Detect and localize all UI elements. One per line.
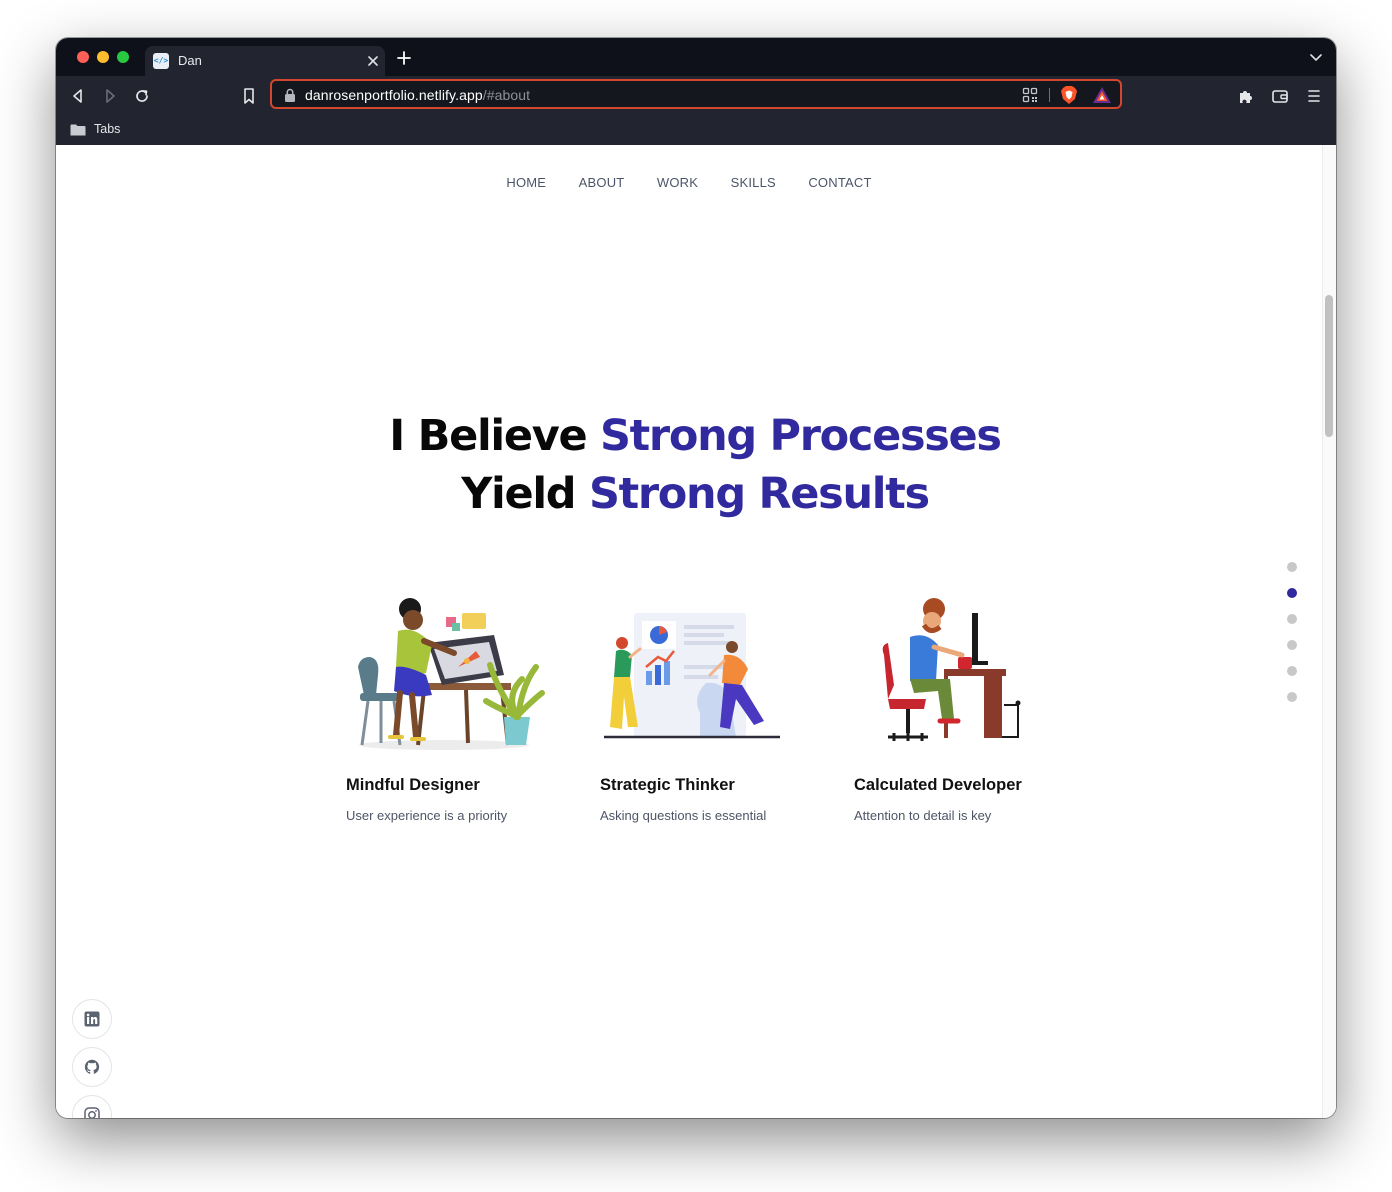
feature-card-thinker: Strategic Thinker Asking questions is es… — [600, 595, 820, 823]
window-close-button[interactable] — [77, 51, 89, 63]
brave-shield-icon[interactable] — [1060, 85, 1078, 105]
url-divider — [1049, 88, 1050, 102]
window-minimize-button[interactable] — [97, 51, 109, 63]
feature-description: Asking questions is essential — [600, 808, 767, 823]
feature-title: Mindful Designer — [346, 776, 480, 794]
address-bar[interactable]: danrosenportfolio.netlify.app/#about — [270, 79, 1122, 109]
instagram-icon — [84, 1107, 100, 1118]
section-dot[interactable] — [1287, 666, 1297, 676]
feature-title: Strategic Thinker — [600, 776, 735, 794]
scrollbar[interactable] — [1322, 145, 1336, 1118]
window-maximize-button[interactable] — [117, 51, 129, 63]
forward-icon[interactable] — [100, 86, 120, 106]
feature-description: Attention to detail is key — [854, 808, 992, 823]
page-viewport: HOME ABOUT WORK SKILLS CONTACT I Believe… — [56, 145, 1336, 1118]
designer-illustration — [358, 598, 545, 750]
folder-icon[interactable] — [70, 124, 86, 136]
browser-tab[interactable]: </> Dan — [145, 46, 385, 76]
github-button[interactable] — [72, 1047, 112, 1087]
url-text[interactable]: danrosenportfolio.netlify.app/#about — [305, 87, 530, 103]
main-nav: HOME ABOUT WORK SKILLS CONTACT — [56, 174, 1322, 192]
section-dot[interactable] — [1287, 614, 1297, 624]
scrollbar-thumb[interactable] — [1325, 295, 1333, 437]
bookmarks-bar: Tabs — [56, 116, 1336, 145]
section-dot[interactable] — [1287, 640, 1297, 650]
browser-toolbar: danrosenportfolio.netlify.app/#about — [56, 76, 1336, 116]
brave-rewards-icon[interactable] — [1092, 86, 1112, 104]
thinker-illustration — [604, 613, 780, 739]
instagram-button[interactable] — [72, 1095, 112, 1118]
headline-accent: Strong Processes — [600, 411, 1002, 461]
section-dot[interactable] — [1287, 692, 1297, 702]
developer-illustration — [882, 598, 1021, 741]
headline-text: I Believe — [389, 411, 600, 461]
nav-home[interactable]: HOME — [506, 175, 546, 190]
bookmark-icon[interactable] — [239, 86, 259, 106]
tab-strip: </> Dan — [56, 38, 1336, 76]
wallet-icon[interactable] — [1270, 86, 1290, 106]
feature-title: Calculated Developer — [854, 776, 1022, 794]
nav-contact[interactable]: CONTACT — [808, 175, 871, 190]
feature-card-developer: Calculated Developer Attention to detail… — [854, 595, 1074, 823]
qr-code-icon[interactable] — [1022, 87, 1038, 103]
chevron-down-icon[interactable] — [1310, 53, 1322, 63]
section-dot[interactable] — [1287, 562, 1297, 572]
linkedin-button[interactable] — [72, 999, 112, 1039]
reload-icon[interactable] — [132, 86, 152, 106]
github-icon — [84, 1059, 100, 1074]
page-title: I Believe Strong Processes Yield Strong … — [56, 407, 1334, 523]
lock-icon — [285, 88, 295, 102]
bookmark-folder-label[interactable]: Tabs — [94, 122, 120, 136]
url-host: danrosenportfolio.netlify.app — [305, 87, 483, 103]
linkedin-icon — [84, 1011, 100, 1027]
browser-window: </> Dan danrosenportfolio.netlify.app/#a… — [56, 38, 1336, 1118]
new-tab-icon[interactable] — [396, 50, 412, 66]
nav-skills[interactable]: SKILLS — [731, 175, 776, 190]
tab-title: Dan — [178, 53, 202, 68]
headline-text: Yield — [461, 469, 589, 519]
headline-line-1: I Believe Strong Processes — [56, 407, 1334, 465]
headline-accent: Strong Results — [588, 469, 930, 519]
tab-favicon-icon: </> — [153, 53, 169, 69]
extensions-icon[interactable] — [1236, 86, 1256, 106]
back-icon[interactable] — [68, 86, 88, 106]
nav-about[interactable]: ABOUT — [579, 175, 625, 190]
section-dot-nav — [1287, 562, 1297, 718]
menu-icon[interactable] — [1304, 86, 1324, 106]
feature-card-designer: Mindful Designer User experience is a pr… — [346, 595, 566, 823]
nav-work[interactable]: WORK — [657, 175, 698, 190]
tab-close-icon[interactable] — [365, 53, 381, 69]
section-dot-active[interactable] — [1287, 588, 1297, 598]
feature-description: User experience is a priority — [346, 808, 508, 823]
url-hash: /#about — [482, 87, 531, 103]
headline-line-2: Yield Strong Results — [56, 465, 1334, 523]
